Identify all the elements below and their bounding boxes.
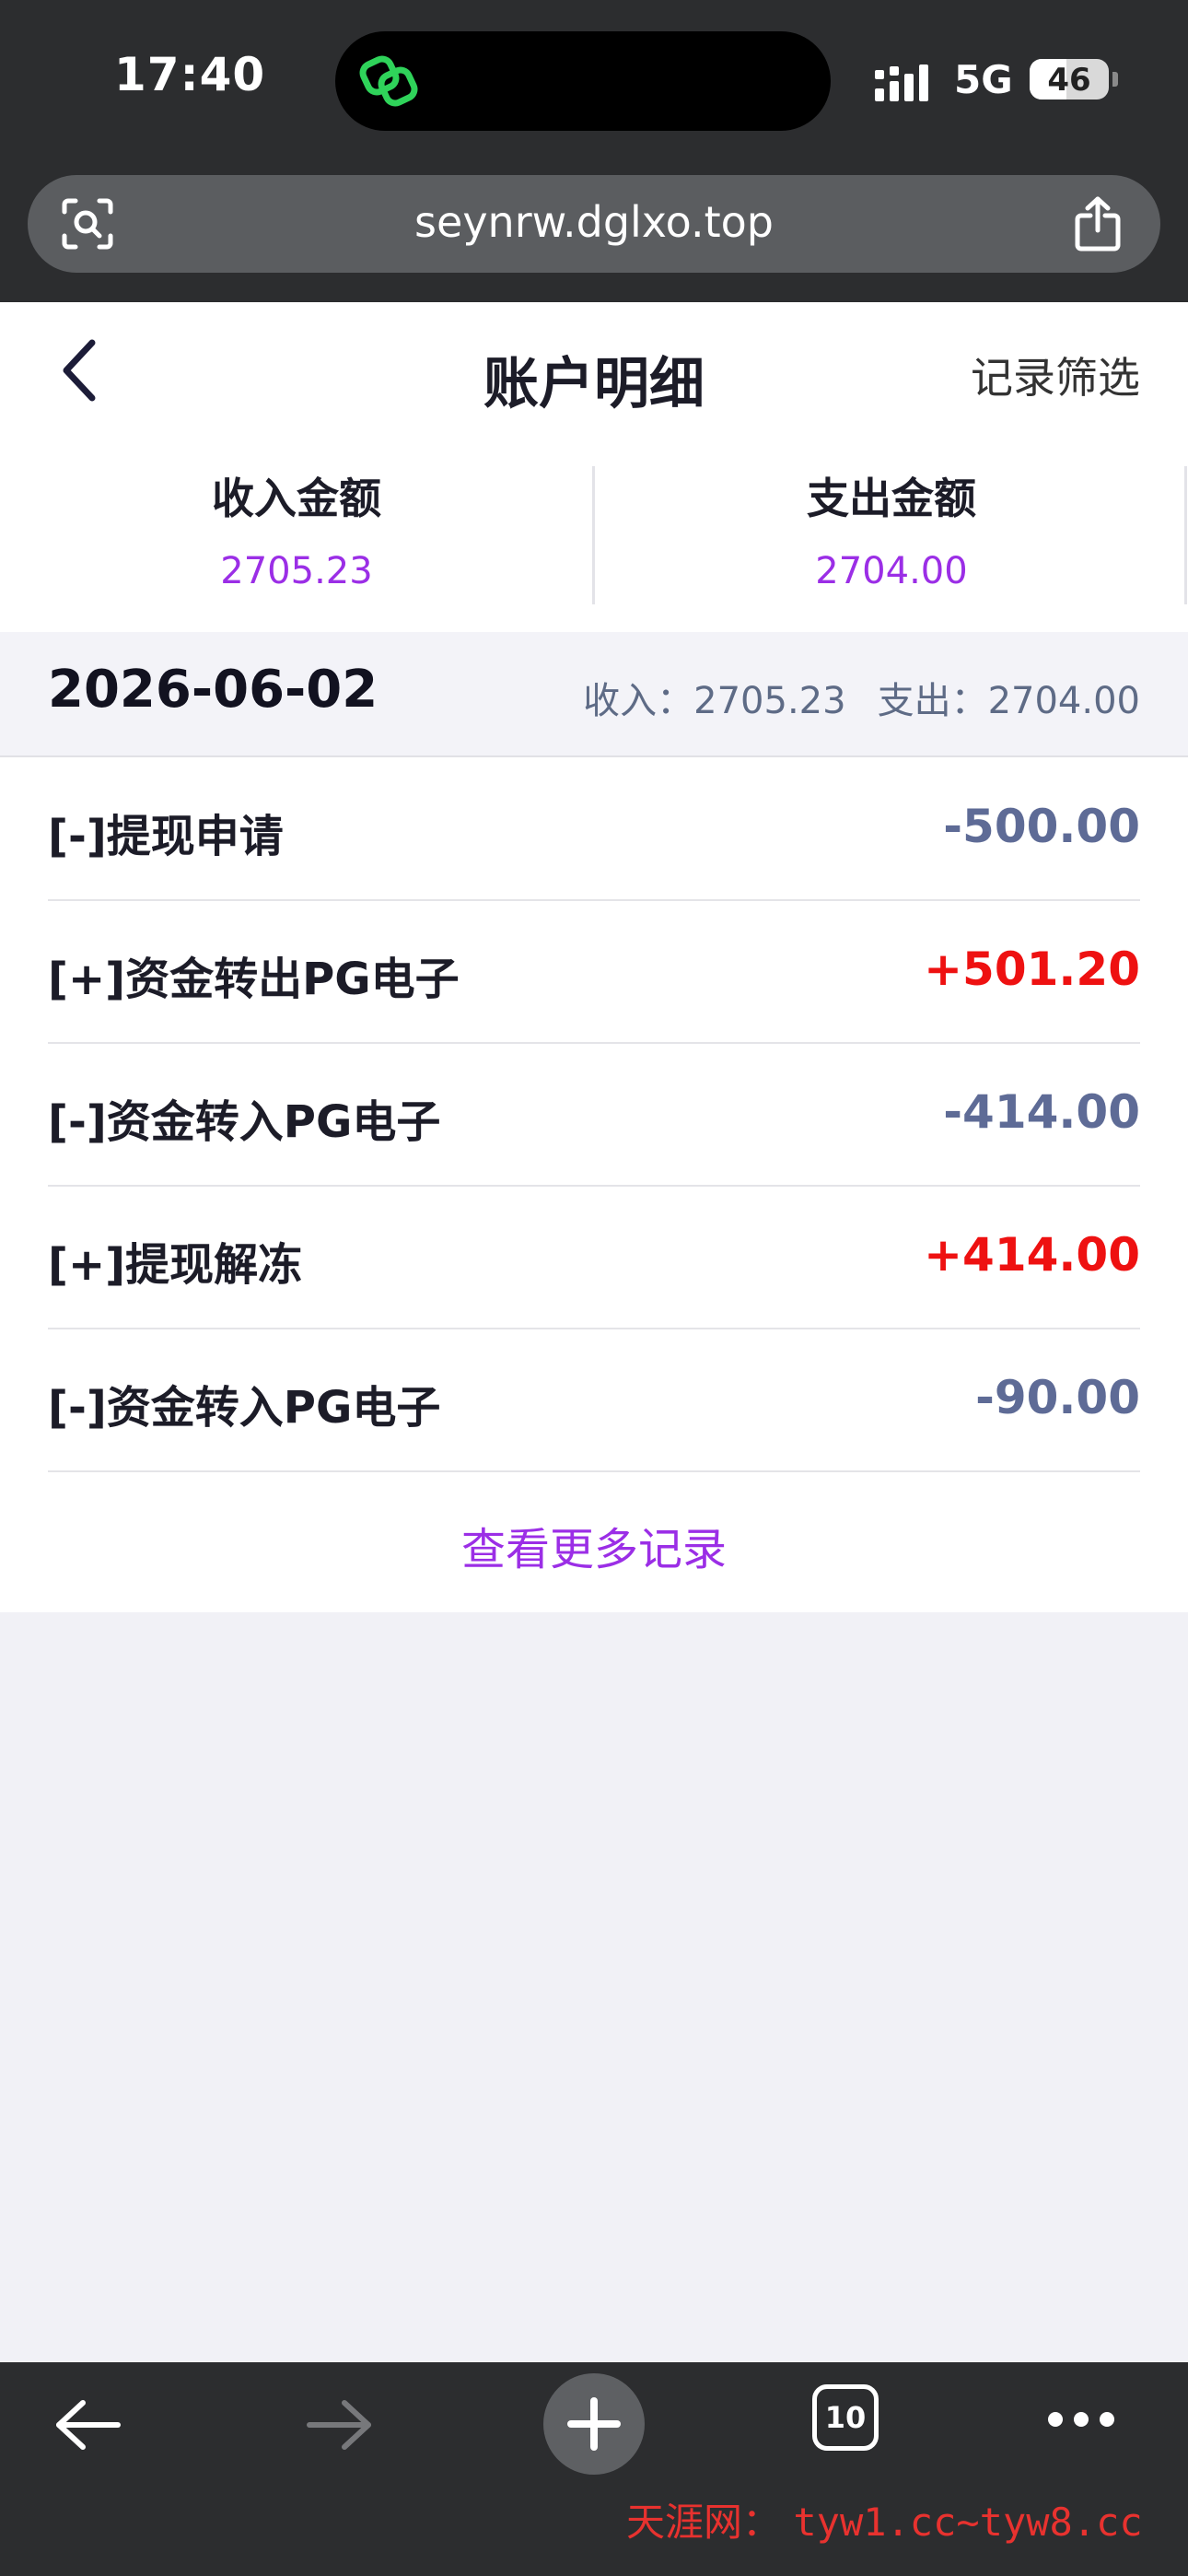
list-item[interactable]: [+]提现解冻 +414.00 xyxy=(48,1186,1140,1329)
link-app-icon xyxy=(359,55,418,107)
income-value: 2705.23 xyxy=(220,550,373,592)
dynamic-island xyxy=(335,31,831,131)
totals-summary: 收入金额 2705.23 支出金额 2704.00 xyxy=(0,439,1188,632)
network-type: 5G xyxy=(954,57,1013,102)
record-amount: -414.00 xyxy=(943,1085,1140,1139)
status-time: 17:40 xyxy=(114,48,266,101)
record-amount: -90.00 xyxy=(975,1371,1140,1424)
arrow-right-icon[interactable] xyxy=(306,2397,374,2453)
plus-icon xyxy=(567,2397,621,2451)
list-item[interactable]: [-]资金转入PG电子 -414.00 xyxy=(48,1043,1140,1187)
group-totals: 收入：2705.23 支出：2704.00 xyxy=(552,671,1140,724)
url-text[interactable]: seynrw.dglxo.top xyxy=(28,197,1160,247)
record-amount: +501.20 xyxy=(924,943,1140,996)
watermark: 天涯网： tyw1.cc~tyw8.cc xyxy=(626,2491,1143,2547)
group-date: 2026-06-02 xyxy=(48,660,379,720)
record-amount: -500.00 xyxy=(943,800,1140,853)
expense-label: 支出金额 xyxy=(807,474,976,523)
records-card: 2026-06-02 收入：2705.23 支出：2704.00 [-]提现申请 … xyxy=(0,632,1188,1612)
battery-percent: 46 xyxy=(1047,62,1091,99)
cell-signal-icon xyxy=(875,64,928,101)
list-item[interactable]: [-]资金转入PG电子 -90.00 xyxy=(48,1329,1140,1472)
list-item[interactable]: [+]资金转出PG电子 +501.20 xyxy=(48,900,1140,1044)
record-label: [-]提现申请 xyxy=(48,811,284,862)
share-icon[interactable] xyxy=(1074,195,1122,252)
record-label: [+]资金转出PG电子 xyxy=(48,954,460,1005)
record-label: [-]资金转入PG电子 xyxy=(48,1096,441,1148)
list-item[interactable]: [-]提现申请 -500.00 xyxy=(48,757,1140,901)
watermark-urls: tyw1.cc~tyw8.cc xyxy=(793,2500,1143,2545)
address-bar[interactable]: seynrw.dglxo.top xyxy=(28,175,1160,273)
record-amount: +414.00 xyxy=(924,1228,1140,1282)
filter-records-button[interactable]: 记录筛选 xyxy=(971,345,1140,405)
view-more-records-link[interactable]: 查看更多记录 xyxy=(0,1513,1188,1577)
more-icon[interactable] xyxy=(1046,2408,1116,2430)
group-income: 收入：2705.23 xyxy=(583,680,846,722)
app-header: 账户明细 记录筛选 xyxy=(0,302,1188,439)
record-label: [+]提现解冻 xyxy=(48,1239,303,1291)
new-tab-button[interactable] xyxy=(543,2373,645,2475)
tabs-icon[interactable]: 10 xyxy=(812,2384,879,2451)
arrow-left-icon[interactable] xyxy=(53,2397,122,2453)
summary-divider-edge xyxy=(1184,466,1187,604)
income-label: 收入金额 xyxy=(212,474,381,523)
date-group-header: 2026-06-02 收入：2705.23 支出：2704.00 xyxy=(0,632,1188,757)
browser-chrome-top: 17:40 5G 46 seynrw.dglxo.top xyxy=(0,0,1188,302)
expense-summary: 支出金额 2704.00 xyxy=(595,466,1188,595)
expense-value: 2704.00 xyxy=(815,550,968,592)
group-expense: 支出：2704.00 xyxy=(877,680,1140,722)
battery-tip xyxy=(1112,72,1118,87)
watermark-name: 天涯网： xyxy=(626,2500,782,2545)
income-summary: 收入金额 2705.23 xyxy=(0,466,593,595)
record-label: [-]资金转入PG电子 xyxy=(48,1382,441,1434)
battery-icon: 46 xyxy=(1030,59,1109,100)
